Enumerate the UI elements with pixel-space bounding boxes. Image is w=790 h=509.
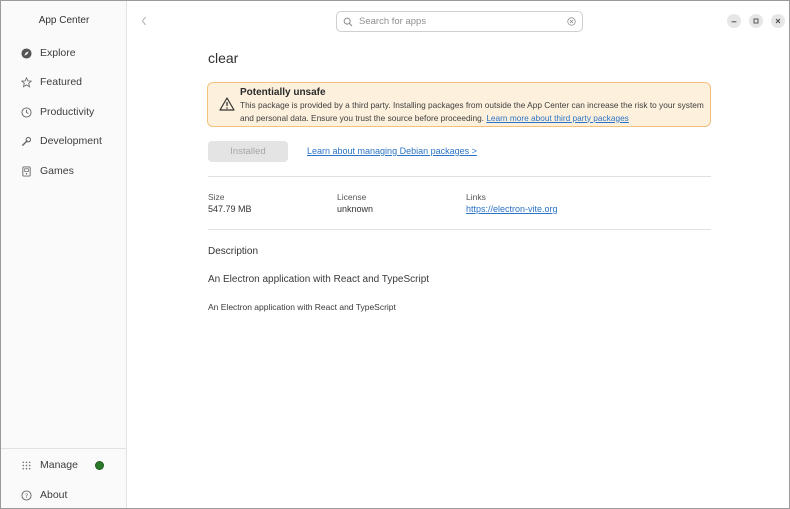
divider <box>208 229 711 230</box>
sidebar-item-manage[interactable]: Manage <box>1 452 127 478</box>
divider <box>208 176 711 177</box>
links-label: Links <box>466 192 486 202</box>
warning-text: This package is provided by a third part… <box>240 99 704 124</box>
size-value: 547.79 MB <box>208 204 252 214</box>
license-value: unknown <box>337 204 374 214</box>
sidebar-item-label: Explore <box>40 47 76 59</box>
sidebar-item-about[interactable]: ? About <box>1 482 127 508</box>
sidebar-item-label: Manage <box>40 459 78 471</box>
description-heading: Description <box>208 246 259 257</box>
gamepad-icon <box>20 165 32 177</box>
search-input[interactable] <box>359 16 567 27</box>
sidebar-item-label: Featured <box>40 76 83 88</box>
close-icon <box>775 18 781 24</box>
third-party-link[interactable]: Learn more about third party packages <box>486 113 629 123</box>
app-window: App Center Explore Featured Productivity… <box>0 0 790 509</box>
maximize-button[interactable] <box>749 14 763 28</box>
clear-search-icon[interactable] <box>567 17 576 26</box>
minimize-icon <box>731 21 737 23</box>
warning-icon <box>219 97 235 111</box>
description-summary: An Electron application with React and T… <box>208 274 430 285</box>
sidebar: App Center Explore Featured Productivity… <box>1 1 127 508</box>
description-body: An Electron application with React and T… <box>208 302 396 312</box>
maximize-icon <box>753 18 759 24</box>
debian-packages-link[interactable]: Learn about managing Debian packages > <box>307 146 477 156</box>
warning-body: This package is provided by a third part… <box>240 100 704 123</box>
homepage-link[interactable]: https://electron-vite.org <box>466 204 558 214</box>
sidebar-item-explore[interactable]: Explore <box>1 40 127 66</box>
sidebar-item-label: Development <box>40 135 102 147</box>
svg-text:?: ? <box>24 491 27 499</box>
installed-button[interactable]: Installed <box>208 141 288 162</box>
sidebar-divider <box>1 448 127 449</box>
size-label: Size <box>208 192 225 202</box>
search-icon <box>343 17 353 27</box>
sidebar-item-productivity[interactable]: Productivity <box>1 99 127 125</box>
clock-icon <box>20 106 32 118</box>
minimize-button[interactable] <box>727 14 741 28</box>
unsafe-warning-banner: Potentially unsafe This package is provi… <box>207 82 711 127</box>
sidebar-item-label: Productivity <box>40 106 95 118</box>
search-bar[interactable] <box>336 11 583 32</box>
chevron-left-icon <box>141 16 147 26</box>
sidebar-item-label: About <box>40 489 68 501</box>
license-label: License <box>337 192 367 202</box>
sidebar-item-featured[interactable]: Featured <box>1 69 127 95</box>
warning-title: Potentially unsafe <box>240 87 326 98</box>
sidebar-item-games[interactable]: Games <box>1 158 127 184</box>
sidebar-item-development[interactable]: Development <box>1 128 127 154</box>
grid-icon <box>20 459 32 471</box>
app-title: App Center <box>38 15 90 26</box>
star-icon <box>20 76 32 88</box>
wrench-icon <box>20 135 32 147</box>
compass-icon <box>20 47 32 59</box>
app-name: clear <box>208 50 239 66</box>
help-icon: ? <box>20 489 32 501</box>
sidebar-item-label: Games <box>40 165 74 177</box>
back-button[interactable] <box>137 13 151 29</box>
close-button[interactable] <box>771 14 785 28</box>
update-badge <box>94 460 104 470</box>
